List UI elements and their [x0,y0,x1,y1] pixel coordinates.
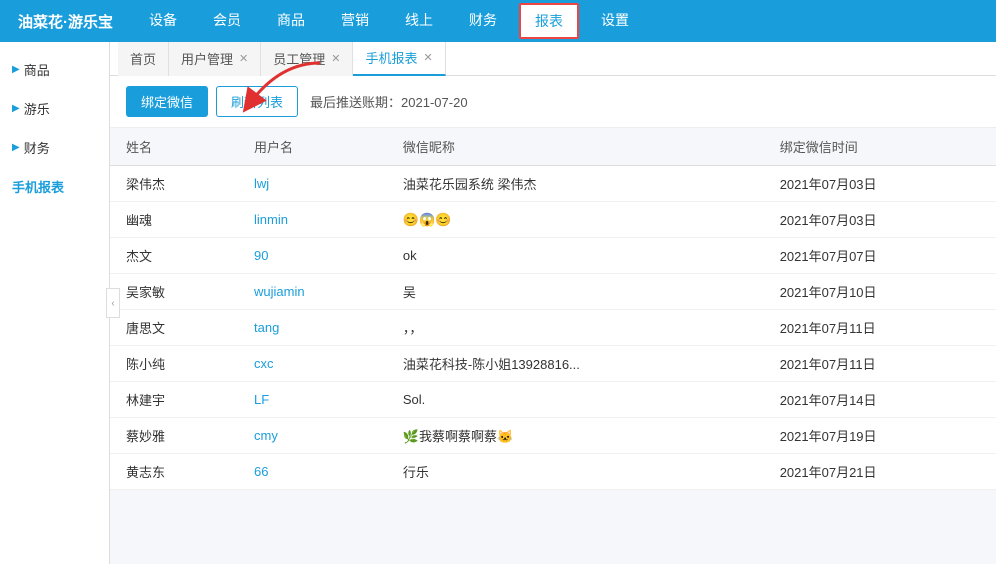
tab-staff-label: 员工管理 [273,49,325,68]
tab-home-label: 首页 [130,49,156,68]
cell-bind-time: 2021年07月21日 [764,454,996,490]
tab-user-label: 用户管理 [181,49,233,68]
nav-item-device[interactable]: 设备 [131,0,195,43]
cell-wechat-nick: 吴 [387,274,764,310]
bind-wechat-button[interactable]: 绑定微信 [126,86,208,117]
cell-wechat-nick: 油菜花乐园系统 梁伟杰 [387,166,764,202]
cell-bind-time: 2021年07月03日 [764,166,996,202]
cell-wechat-nick: 行乐 [387,454,764,490]
tab-staff-management[interactable]: 员工管理 ✕ [261,42,353,76]
table-row: 陈小纯 cxc 油菜花科技-陈小姐13928816... 2021年07月11日 [110,346,996,382]
cell-username: LF [238,382,387,418]
cell-wechat-nick: 🌿我蔡啊蔡啊蔡🐱 [387,418,764,454]
table-row: 唐思文 tang ，， 2021年07月11日 [110,310,996,346]
report-table: 姓名 用户名 微信昵称 绑定微信时间 梁伟杰 lwj 油菜花乐园系统 梁伟杰 2… [110,128,996,490]
nav-item-marketing[interactable]: 营销 [323,0,387,43]
col-header-wechat-nick: 微信昵称 [387,128,764,166]
data-table-wrapper: 姓名 用户名 微信昵称 绑定微信时间 梁伟杰 lwj 油菜花乐园系统 梁伟杰 2… [110,128,996,564]
cell-name: 陈小纯 [110,346,238,382]
sidebar-item-mobile-report[interactable]: 手机报表 [0,167,109,206]
cell-username: wujiamin [238,274,387,310]
cell-wechat-nick: 油菜花科技-陈小姐13928816... [387,346,764,382]
refresh-list-button[interactable]: 刷新列表 [216,86,298,117]
cell-username: cmy [238,418,387,454]
main-layout: ▶ 商品 ▶ 游乐 ▶ 财务 手机报表 ‹ 首页 用户管理 ✕ [0,42,996,564]
col-header-name: 姓名 [110,128,238,166]
nav-item-online[interactable]: 线上 [387,0,451,43]
cell-name: 蔡妙雅 [110,418,238,454]
top-navigation: 油菜花·游乐宝 设备 会员 商品 营销 线上 财务 报表 设置 [0,0,996,42]
cell-username: lwj [238,166,387,202]
table-row: 杰文 90 ok 2021年07月07日 [110,238,996,274]
cell-wechat-nick: ，， [387,310,764,346]
cell-name: 梁伟杰 [110,166,238,202]
cell-name: 唐思文 [110,310,238,346]
nav-item-settings[interactable]: 设置 [583,0,647,43]
cell-bind-time: 2021年07月11日 [764,310,996,346]
col-header-username: 用户名 [238,128,387,166]
toolbar: 绑定微信 刷新列表 最后推送账期：2021-07-20 [110,76,996,128]
tabs-bar: 首页 用户管理 ✕ 员工管理 ✕ 手机报表 ✕ [110,42,996,76]
sidebar-item-mobile-label: 手机报表 [12,177,64,196]
cell-bind-time: 2021年07月03日 [764,202,996,238]
table-row: 林建宇 LF Sol. 2021年07月14日 [110,382,996,418]
cell-username: 66 [238,454,387,490]
nav-item-finance[interactable]: 财务 [451,0,515,43]
tab-mobile-report[interactable]: 手机报表 ✕ [353,42,445,76]
cell-name: 林建宇 [110,382,238,418]
nav-item-product[interactable]: 商品 [259,0,323,43]
arrow-icon: ▶ [12,142,20,153]
sidebar-item-amusement-label: 游乐 [24,99,50,118]
cell-bind-time: 2021年07月07日 [764,238,996,274]
sidebar-item-finance-label: 财务 [24,138,50,157]
tab-mobile-label: 手机报表 [365,48,417,67]
cell-username: cxc [238,346,387,382]
cell-username: linmin [238,202,387,238]
table-row: 蔡妙雅 cmy 🌿我蔡啊蔡啊蔡🐱 2021年07月19日 [110,418,996,454]
tab-mobile-close-icon[interactable]: ✕ [424,51,433,64]
app-logo: 油菜花·游乐宝 [0,11,131,32]
cell-wechat-nick: Sol. [387,382,764,418]
table-row: 吴家敏 wujiamin 吴 2021年07月10日 [110,274,996,310]
cell-name: 杰文 [110,238,238,274]
table-body: 梁伟杰 lwj 油菜花乐园系统 梁伟杰 2021年07月03日 幽魂 linmi… [110,166,996,490]
nav-item-report[interactable]: 报表 [519,3,579,39]
table-row: 梁伟杰 lwj 油菜花乐园系统 梁伟杰 2021年07月03日 [110,166,996,202]
cell-bind-time: 2021年07月19日 [764,418,996,454]
table-row: 幽魂 linmin 😊😱😊 2021年07月03日 [110,202,996,238]
tab-user-management[interactable]: 用户管理 ✕ [169,42,261,76]
arrow-icon: ▶ [12,64,20,75]
cell-bind-time: 2021年07月14日 [764,382,996,418]
sidebar-item-product-label: 商品 [24,60,50,79]
table-header-row: 姓名 用户名 微信昵称 绑定微信时间 [110,128,996,166]
cell-name: 吴家敏 [110,274,238,310]
cell-wechat-nick: ok [387,238,764,274]
arrow-icon: ▶ [12,103,20,114]
tab-home[interactable]: 首页 [118,42,169,76]
cell-name: 黄志东 [110,454,238,490]
cell-name: 幽魂 [110,202,238,238]
sidebar-collapse-button[interactable]: ‹ [106,288,120,318]
cell-username: tang [238,310,387,346]
cell-bind-time: 2021年07月11日 [764,346,996,382]
tab-user-close-icon[interactable]: ✕ [239,52,248,65]
sidebar-item-amusement[interactable]: ▶ 游乐 [0,89,109,128]
nav-item-member[interactable]: 会员 [195,0,259,43]
cell-username: 90 [238,238,387,274]
cell-bind-time: 2021年07月10日 [764,274,996,310]
main-content: 首页 用户管理 ✕ 员工管理 ✕ 手机报表 ✕ [110,42,996,564]
nav-items: 设备 会员 商品 营销 线上 财务 报表 设置 [131,0,996,43]
sidebar-item-finance[interactable]: ▶ 财务 [0,128,109,167]
sidebar: ▶ 商品 ▶ 游乐 ▶ 财务 手机报表 ‹ [0,42,110,564]
table-row: 黄志东 66 行乐 2021年07月21日 [110,454,996,490]
sidebar-item-product[interactable]: ▶ 商品 [0,50,109,89]
tab-staff-close-icon[interactable]: ✕ [331,52,340,65]
cell-wechat-nick: 😊😱😊 [387,202,764,238]
last-push-label: 最后推送账期：2021-07-20 [310,92,468,111]
col-header-bind-time: 绑定微信时间 [764,128,996,166]
